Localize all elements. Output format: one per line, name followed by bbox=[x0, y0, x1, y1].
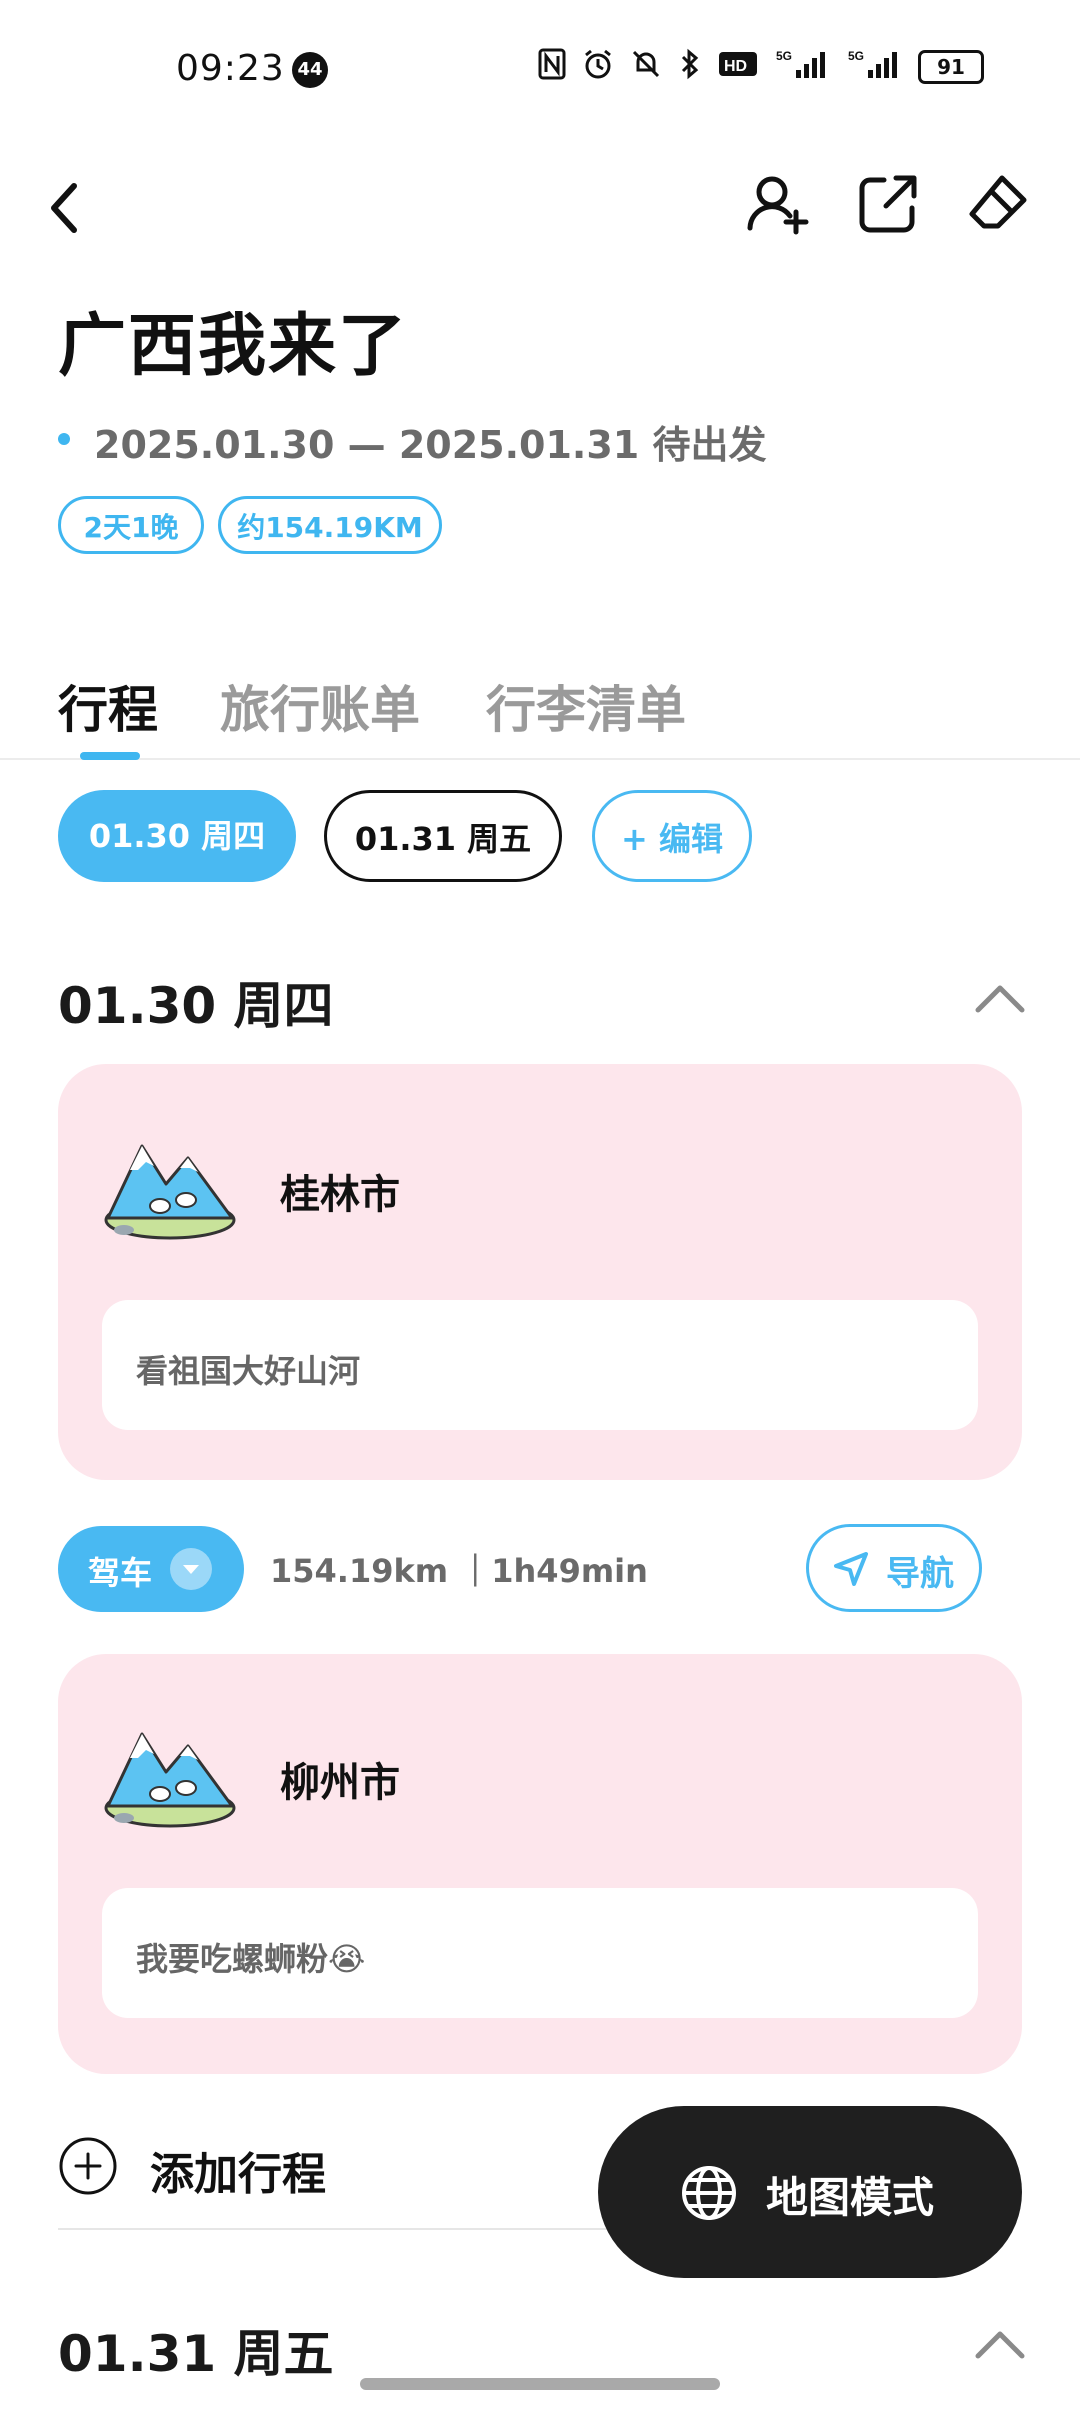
tab-packing-list[interactable]: 行李清单 bbox=[486, 670, 686, 742]
day-heading: 01.30 周四 bbox=[58, 977, 334, 1035]
active-tab-indicator bbox=[80, 752, 140, 760]
tab-travel-bill[interactable]: 旅行账单 bbox=[220, 670, 420, 742]
tab-divider bbox=[0, 758, 1080, 760]
trip-title: 广西我来了 bbox=[58, 307, 409, 386]
eraser-icon bbox=[969, 175, 1027, 229]
trip-date-range: 2025.01.30 — 2025.01.31 待出发 bbox=[94, 423, 767, 467]
stop-note: 看祖国大好山河 bbox=[136, 1352, 361, 1390]
collapse-day-button[interactable] bbox=[970, 978, 1030, 1018]
nfc-icon bbox=[538, 48, 566, 87]
status-dot bbox=[58, 433, 70, 445]
signal-5g-icon: 5G bbox=[846, 48, 902, 87]
status-icons: HD 5G 5G 91 bbox=[538, 46, 984, 88]
stop-city: 柳州市 bbox=[280, 1760, 400, 1806]
distance-tag: 约154.19KM bbox=[218, 496, 442, 554]
chevron-up-icon bbox=[975, 985, 1025, 1013]
add-companion-button[interactable] bbox=[742, 168, 814, 240]
notification-badge: 44 bbox=[292, 52, 328, 88]
svg-text:5G: 5G bbox=[848, 49, 864, 63]
collapse-day-button[interactable] bbox=[970, 2324, 1030, 2364]
add-itinerary-button[interactable] bbox=[58, 2136, 118, 2196]
transport-mode-label: 驾车 bbox=[88, 1554, 153, 1592]
add-itinerary-label[interactable]: 添加行程 bbox=[150, 2138, 326, 2202]
svg-text:5G: 5G bbox=[776, 49, 792, 63]
day-chip-0131[interactable]: 01.31 周五 bbox=[324, 790, 562, 882]
mountain-illustration bbox=[100, 1132, 240, 1242]
home-indicator[interactable] bbox=[360, 2378, 720, 2390]
route-info: 154.19km ｜1h49min bbox=[270, 1552, 648, 1590]
edit-days-button[interactable]: + 编辑 bbox=[592, 790, 752, 882]
alarm-icon bbox=[582, 48, 614, 87]
hd-icon: HD bbox=[718, 50, 758, 85]
battery-indicator: 91 bbox=[918, 50, 984, 84]
chevron-left-icon bbox=[51, 183, 77, 233]
mute-icon bbox=[630, 48, 662, 87]
stop-note: 我要吃螺蛳粉😭 bbox=[136, 1940, 366, 1978]
day-heading: 01.31 周五 bbox=[58, 2325, 334, 2383]
edit-trip-button[interactable] bbox=[962, 168, 1034, 240]
globe-icon bbox=[680, 2164, 738, 2222]
stop-city: 桂林市 bbox=[280, 1172, 400, 1218]
navigate-label: 导航 bbox=[886, 1554, 954, 1594]
back-button[interactable] bbox=[40, 172, 96, 244]
bluetooth-icon bbox=[678, 48, 702, 87]
svg-text:HD: HD bbox=[724, 58, 747, 75]
map-mode-label: 地图模式 bbox=[766, 2173, 935, 2222]
divider bbox=[58, 2228, 618, 2230]
plus-circle-icon bbox=[59, 2137, 117, 2195]
status-time: 09:23 bbox=[176, 48, 285, 89]
share-icon bbox=[859, 175, 917, 233]
tab-itinerary[interactable]: 行程 bbox=[58, 670, 158, 742]
chevron-up-icon bbox=[975, 2331, 1025, 2359]
duration-tag: 2天1晚 bbox=[58, 496, 204, 554]
add-user-icon bbox=[747, 176, 809, 235]
mountain-illustration bbox=[100, 1720, 240, 1830]
day-chip-0130[interactable]: 01.30 周四 bbox=[58, 790, 296, 882]
caret-down-icon bbox=[170, 1548, 212, 1590]
share-button[interactable] bbox=[852, 168, 924, 240]
signal-5g-icon: 5G bbox=[774, 48, 830, 87]
navigation-arrow-icon bbox=[830, 1548, 872, 1590]
